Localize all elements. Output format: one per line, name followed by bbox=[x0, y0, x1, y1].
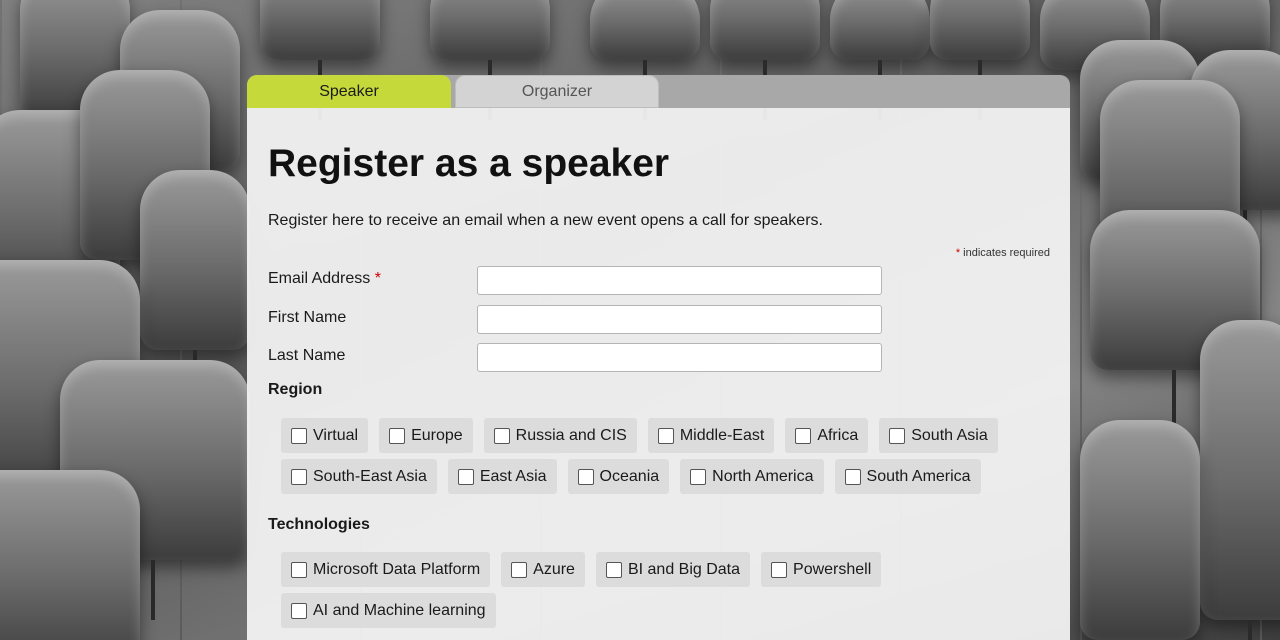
tech-option-ai-machine-learning[interactable]: AI and Machine learning bbox=[281, 593, 496, 628]
tech-option-label: AI and Machine learning bbox=[313, 601, 486, 619]
required-note-text: indicates required bbox=[963, 247, 1050, 259]
checkbox[interactable] bbox=[291, 561, 307, 578]
technologies-row-2: AI and Machine learning bbox=[281, 593, 507, 628]
last-name-field[interactable] bbox=[477, 343, 882, 372]
region-option-virtual[interactable]: Virtual bbox=[281, 418, 369, 453]
email-field[interactable] bbox=[477, 266, 882, 295]
tech-option-label: Azure bbox=[533, 560, 575, 578]
checkbox[interactable] bbox=[493, 427, 510, 444]
region-option-label: South Asia bbox=[911, 426, 988, 444]
region-option-label: Oceania bbox=[599, 467, 660, 485]
checkbox[interactable] bbox=[657, 427, 674, 444]
region-heading: Region bbox=[268, 381, 323, 398]
region-option-label: Middle-East bbox=[679, 426, 765, 444]
intro-text: Register here to receive an email when a… bbox=[268, 212, 823, 229]
tab-bar: Speaker Organizer bbox=[247, 75, 1070, 108]
tech-option-label: Powershell bbox=[793, 560, 872, 578]
region-option-label: Europe bbox=[411, 426, 463, 444]
region-option-label: Russia and CIS bbox=[515, 426, 627, 444]
region-option-label: Virtual bbox=[313, 426, 359, 444]
region-option-label: East Asia bbox=[479, 467, 547, 485]
region-option-north-america[interactable]: North America bbox=[680, 459, 824, 494]
region-option-label: South-East Asia bbox=[313, 467, 427, 485]
checkbox[interactable] bbox=[457, 468, 474, 485]
region-option-africa[interactable]: Africa bbox=[785, 418, 869, 453]
checkbox[interactable] bbox=[889, 427, 906, 444]
technologies-row-1: Microsoft Data Platform Azure BI and Big… bbox=[281, 552, 892, 587]
last-name-label: Last Name bbox=[268, 347, 346, 364]
required-asterisk: * bbox=[955, 247, 961, 259]
tech-option-bi-big-data[interactable]: BI and Big Data bbox=[595, 552, 751, 587]
region-option-south-east-asia[interactable]: South-East Asia bbox=[281, 459, 437, 494]
required-note: * indicates required bbox=[956, 247, 1050, 259]
checkbox[interactable] bbox=[389, 427, 406, 444]
email-label-text: Email Address bbox=[268, 270, 371, 287]
first-name-field[interactable] bbox=[477, 305, 882, 334]
region-option-east-asia[interactable]: East Asia bbox=[447, 459, 557, 494]
region-row-2: South-East Asia East Asia Oceania North … bbox=[281, 459, 992, 494]
checkbox[interactable] bbox=[291, 468, 307, 485]
checkbox[interactable] bbox=[844, 468, 861, 485]
technologies-heading: Technologies bbox=[268, 516, 370, 533]
first-name-label: First Name bbox=[268, 309, 347, 326]
tech-option-label: BI and Big Data bbox=[627, 560, 741, 578]
tab-organizer[interactable]: Organizer bbox=[455, 75, 659, 108]
tech-option-azure[interactable]: Azure bbox=[501, 552, 585, 587]
checkbox[interactable] bbox=[511, 561, 528, 578]
region-option-label: Africa bbox=[817, 426, 859, 444]
region-option-oceania[interactable]: Oceania bbox=[567, 459, 670, 494]
tech-option-powershell[interactable]: Powershell bbox=[761, 552, 882, 587]
tech-option-label: Microsoft Data Platform bbox=[313, 560, 481, 578]
region-option-russia-cis[interactable]: Russia and CIS bbox=[483, 418, 637, 453]
checkbox[interactable] bbox=[291, 602, 307, 619]
checkbox[interactable] bbox=[795, 427, 812, 444]
registration-form: Register as a speaker Register here to r… bbox=[247, 108, 1070, 640]
region-option-south-asia[interactable]: South Asia bbox=[879, 418, 998, 453]
region-option-label: North America bbox=[712, 467, 814, 485]
checkbox[interactable] bbox=[577, 468, 594, 485]
region-option-middle-east[interactable]: Middle-East bbox=[647, 418, 775, 453]
checkbox[interactable] bbox=[291, 427, 307, 444]
region-row-1: Virtual Europe Russia and CIS Middle-Eas… bbox=[281, 418, 1009, 453]
tab-speaker[interactable]: Speaker bbox=[247, 75, 451, 108]
page-title: Register as a speaker bbox=[268, 142, 670, 185]
checkbox[interactable] bbox=[605, 561, 622, 578]
region-option-south-america[interactable]: South America bbox=[834, 459, 981, 494]
region-option-europe[interactable]: Europe bbox=[379, 418, 473, 453]
registration-panel: Speaker Organizer Register as a speaker … bbox=[247, 75, 1070, 640]
checkbox[interactable] bbox=[771, 561, 788, 578]
email-required-asterisk: * bbox=[374, 270, 381, 287]
checkbox[interactable] bbox=[690, 468, 707, 485]
tech-option-microsoft-data-platform[interactable]: Microsoft Data Platform bbox=[281, 552, 491, 587]
email-label: Email Address * bbox=[268, 270, 381, 288]
region-option-label: South America bbox=[866, 467, 971, 485]
